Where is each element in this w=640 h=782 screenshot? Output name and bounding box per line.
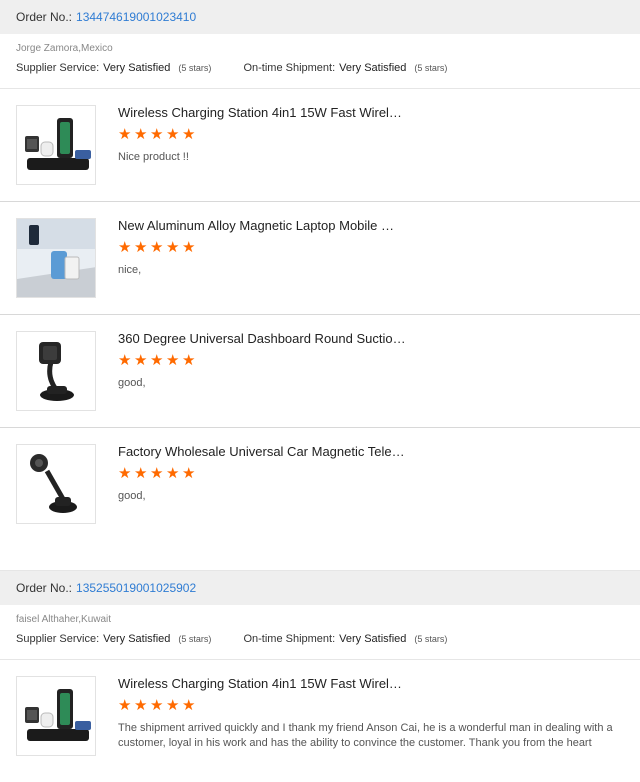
order-separator <box>0 541 640 571</box>
review-item: 360 Degree Universal Dashboard Round Suc… <box>0 315 640 428</box>
product-title[interactable]: Wireless Charging Station 4in1 15W Fast … <box>118 676 633 692</box>
shipment-stars: (5 stars) <box>414 634 448 644</box>
supplier-service-value: Very Satisfied <box>103 633 171 645</box>
star-icon: ★ <box>182 352 196 369</box>
star-icon: ★ <box>182 239 196 256</box>
order-number-link[interactable]: 134474619001023410 <box>76 10 196 24</box>
order-block: Order No.: 135255019001025902 faisel Alt… <box>0 571 640 773</box>
review-comment: The shipment arrived quickly and I thank… <box>118 722 613 749</box>
star-icon: ★ <box>150 126 164 143</box>
supplier-service-value: Very Satisfied <box>103 62 171 74</box>
shipment-label: On-time Shipment: <box>243 62 336 74</box>
star-icon: ★ <box>134 352 148 369</box>
rating-stars: ★ ★ ★ ★ ★ <box>118 352 633 370</box>
review-item: Wireless Charging Station 4in1 15W Fast … <box>0 660 640 773</box>
shipment-value: Very Satisfied <box>339 633 407 645</box>
star-icon: ★ <box>134 126 148 143</box>
rating-stars: ★ ★ ★ ★ ★ <box>118 465 633 483</box>
star-icon: ★ <box>150 352 164 369</box>
order-label: Order No.: <box>16 10 73 24</box>
review-item: Factory Wholesale Universal Car Magnetic… <box>0 428 640 541</box>
star-icon: ★ <box>118 239 132 256</box>
product-title[interactable]: 360 Degree Universal Dashboard Round Suc… <box>118 331 633 347</box>
review-item: Wireless Charging Station 4in1 15W Fast … <box>0 89 640 202</box>
star-icon: ★ <box>150 697 164 714</box>
product-title[interactable]: Wireless Charging Station 4in1 15W Fast … <box>118 105 633 121</box>
rating-stars: ★ ★ ★ ★ ★ <box>118 126 633 144</box>
service-ratings: Supplier Service: Very Satisfied (5 star… <box>16 62 624 74</box>
product-image-charging-station[interactable] <box>16 676 96 756</box>
star-icon: ★ <box>166 697 180 714</box>
star-icon: ★ <box>182 465 196 482</box>
star-icon: ★ <box>166 352 180 369</box>
product-image-dashboard-mount[interactable] <box>16 331 96 411</box>
supplier-service-label: Supplier Service: <box>16 633 100 645</box>
star-icon: ★ <box>134 697 148 714</box>
product-image-telescopic-mount[interactable] <box>16 444 96 524</box>
star-icon: ★ <box>134 465 148 482</box>
star-icon: ★ <box>150 239 164 256</box>
star-icon: ★ <box>166 465 180 482</box>
review-comment: nice, <box>118 264 142 276</box>
buyer-info: Jorge Zamora,Mexico Supplier Service: Ve… <box>0 34 640 89</box>
rating-stars: ★ ★ ★ ★ ★ <box>118 239 633 257</box>
star-icon: ★ <box>134 239 148 256</box>
order-block: Order No.: 134474619001023410 Jorge Zamo… <box>0 0 640 571</box>
order-header: Order No.: 135255019001025902 <box>0 571 640 605</box>
star-icon: ★ <box>182 126 196 143</box>
star-icon: ★ <box>150 465 164 482</box>
product-image-laptop-holder[interactable] <box>16 218 96 298</box>
buyer-info: faisel Althaher,Kuwait Supplier Service:… <box>0 605 640 660</box>
rating-stars: ★ ★ ★ ★ ★ <box>118 697 633 715</box>
star-icon: ★ <box>182 697 196 714</box>
star-icon: ★ <box>118 465 132 482</box>
product-image-charging-station[interactable] <box>16 105 96 185</box>
supplier-service-stars: (5 stars) <box>178 634 212 644</box>
shipment-label: On-time Shipment: <box>243 633 336 645</box>
shipment-stars: (5 stars) <box>414 63 448 73</box>
star-icon: ★ <box>118 126 132 143</box>
star-icon: ★ <box>118 697 132 714</box>
review-comment: Nice product !! <box>118 151 189 163</box>
star-icon: ★ <box>166 239 180 256</box>
order-number-link[interactable]: 135255019001025902 <box>76 581 196 595</box>
star-icon: ★ <box>118 352 132 369</box>
review-comment: good, <box>118 490 146 502</box>
shipment-value: Very Satisfied <box>339 62 407 74</box>
service-ratings: Supplier Service: Very Satisfied (5 star… <box>16 633 624 645</box>
buyer-name: Jorge Zamora,Mexico <box>16 43 113 54</box>
order-header: Order No.: 134474619001023410 <box>0 0 640 34</box>
buyer-name: faisel Althaher,Kuwait <box>16 614 112 625</box>
product-title[interactable]: New Aluminum Alloy Magnetic Laptop Mobil… <box>118 218 633 234</box>
product-title[interactable]: Factory Wholesale Universal Car Magnetic… <box>118 444 633 460</box>
review-comment: good, <box>118 377 146 389</box>
supplier-service-stars: (5 stars) <box>178 63 212 73</box>
review-item: New Aluminum Alloy Magnetic Laptop Mobil… <box>0 202 640 315</box>
order-label: Order No.: <box>16 581 73 595</box>
supplier-service-label: Supplier Service: <box>16 62 100 74</box>
star-icon: ★ <box>166 126 180 143</box>
